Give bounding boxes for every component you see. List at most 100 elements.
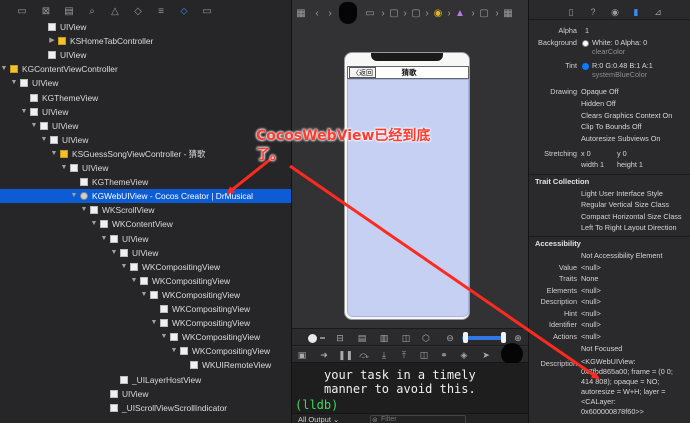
view-icon[interactable]: ▢ xyxy=(410,6,422,22)
hide-debug-area-icon[interactable]: ▣ xyxy=(296,349,308,361)
layout-icon[interactable]: ▤ xyxy=(356,332,368,344)
step-in-icon[interactable]: ⤓ xyxy=(378,349,390,361)
clip-icon[interactable]: ⊟ xyxy=(334,332,346,344)
hierarchy-row[interactable]: ▶ KSHomeTabController xyxy=(0,34,291,48)
lldb-prompt[interactable]: (lldb) xyxy=(295,398,338,412)
grid-icon[interactable]: ▦ xyxy=(502,6,514,22)
hierarchy-row[interactable]: _UIScrollViewScrollIndicator xyxy=(0,401,291,415)
filter-input[interactable]: Filter xyxy=(370,415,466,423)
warning-icon[interactable]: ▲ xyxy=(454,6,466,22)
hierarchy-row[interactable]: ▼ KSGuessSongViewController - 猜歌 xyxy=(0,147,291,161)
hierarchy-row[interactable]: ▼ UIView xyxy=(0,76,291,90)
hierarchy-row[interactable]: ▼ WKCompositingView xyxy=(0,316,291,330)
web-view-area[interactable] xyxy=(347,79,469,317)
disclosure-triangle-icon[interactable]: ▼ xyxy=(120,260,128,274)
hierarchy-row[interactable]: ▼ UIView xyxy=(0,246,291,260)
hierarchy-row[interactable]: ▼ UIView xyxy=(0,119,291,133)
zoom-out-icon[interactable]: ⊖ xyxy=(444,332,456,344)
disclosure-triangle-icon[interactable]: ▼ xyxy=(30,119,38,133)
hierarchy-row[interactable]: ▼ WKContentView xyxy=(0,217,291,231)
hierarchy-row[interactable]: ▼ UIView xyxy=(0,161,291,175)
disclosure-triangle-icon[interactable]: ▼ xyxy=(170,344,178,358)
disclosure-triangle-icon[interactable]: ▼ xyxy=(160,330,168,344)
hierarchy-row[interactable]: ▼ UIView xyxy=(0,105,291,119)
hierarchy-row[interactable]: WKUIRemoteView xyxy=(0,358,291,372)
controller-icon[interactable]: ◉ xyxy=(432,6,444,22)
disclosure-triangle-icon[interactable]: ▼ xyxy=(150,316,158,330)
hierarchy-row[interactable]: ▼ UIView xyxy=(0,232,291,246)
back-arrow-icon[interactable]: ‹ xyxy=(312,6,322,22)
disclosure-triangle-icon[interactable]: ▼ xyxy=(20,105,28,119)
test-icon[interactable]: ◇ xyxy=(132,6,144,18)
disclosure-triangle-icon[interactable]: ▼ xyxy=(70,189,78,203)
grid-icon[interactable]: ▦ xyxy=(296,6,306,22)
disclosure-triangle-icon[interactable]: ▶ xyxy=(48,34,56,48)
hierarchy-row[interactable]: ▼ WKCompositingView xyxy=(0,260,291,274)
disclosure-triangle-icon[interactable]: ▼ xyxy=(100,232,108,246)
hierarchy-row[interactable]: ▼ UIView xyxy=(0,133,291,147)
hierarchy-row[interactable]: UIView xyxy=(0,387,291,401)
disclosure-triangle-icon[interactable]: ▼ xyxy=(0,62,8,76)
help-icon[interactable]: ? xyxy=(587,6,599,18)
step-over-icon[interactable]: ⤼ xyxy=(358,349,370,361)
zoom-slider[interactable] xyxy=(462,336,506,340)
environment-icon[interactable]: ◈ xyxy=(458,349,470,361)
hierarchy-row[interactable]: ▼ WKCompositingView xyxy=(0,274,291,288)
folder-icon[interactable]: ▭ xyxy=(16,6,28,18)
back-button[interactable]: 〈返回 xyxy=(349,67,376,78)
view-icon[interactable]: ▢ xyxy=(388,6,400,22)
zoom-slider-right-handle[interactable] xyxy=(501,332,506,343)
orient-icon[interactable]: ◫ xyxy=(400,332,412,344)
disclosure-triangle-icon[interactable]: ▼ xyxy=(60,161,68,175)
location-icon[interactable]: ➤ xyxy=(480,349,492,361)
breakpoint-toggle-icon[interactable]: ➜ xyxy=(318,349,330,361)
memory-graph-icon[interactable]: ⚭ xyxy=(438,349,450,361)
identity-icon[interactable]: ◉ xyxy=(609,6,621,18)
hierarchy-row[interactable]: WKCompositingView xyxy=(0,302,291,316)
hierarchy-row[interactable]: ▼ WKCompositingView xyxy=(0,288,291,302)
phone-preview[interactable]: 〈返回 猜歌 xyxy=(344,52,470,320)
file-icon[interactable]: ▯ xyxy=(565,6,577,18)
hierarchy-row[interactable]: KGThemeView xyxy=(0,175,291,189)
output-select[interactable]: All Output ⌄ xyxy=(298,414,339,423)
disclosure-triangle-icon[interactable]: ▼ xyxy=(40,133,48,147)
window-icon[interactable]: ▭ xyxy=(364,6,376,22)
3d-box-icon[interactable]: ⬡ xyxy=(420,332,432,344)
hierarchy-row[interactable]: ▼ KGWebUIView - Cocos Creator | DrMusical xyxy=(0,189,291,204)
debug-console[interactable]: your task in a timely manner to avoid th… xyxy=(292,363,528,423)
hierarchy-row[interactable]: UIView xyxy=(0,48,291,62)
source-control-icon[interactable]: ⊠ xyxy=(40,6,52,18)
hierarchy-icon[interactable]: ▤ xyxy=(63,6,75,18)
hierarchy-row[interactable]: _UILayerHostView xyxy=(0,373,291,387)
disclosure-triangle-icon[interactable]: ▼ xyxy=(80,203,88,217)
attributes-icon[interactable]: ▮ xyxy=(630,6,642,18)
forward-arrow-icon[interactable]: › xyxy=(325,6,335,22)
disclosure-triangle-icon[interactable]: ▼ xyxy=(140,288,148,302)
zoom-slider-left-handle[interactable] xyxy=(463,332,468,343)
pause-icon[interactable]: ❚❚ xyxy=(338,349,353,361)
view-debugger-icon[interactable]: ◫ xyxy=(418,349,430,361)
range-toggle-icon[interactable] xyxy=(308,334,317,343)
issue-icon[interactable]: △ xyxy=(109,6,121,18)
hierarchy-row[interactable]: ▼ WKCompositingView xyxy=(0,344,291,358)
hierarchy-row[interactable]: ▼ KGContentViewController xyxy=(0,62,291,76)
disclosure-triangle-icon[interactable]: ▼ xyxy=(10,76,18,90)
hierarchy-row[interactable]: UIView xyxy=(0,20,291,34)
size-icon[interactable]: ⊿ xyxy=(652,6,664,18)
debug-icon[interactable]: ≡ xyxy=(155,6,167,18)
view-icon[interactable]: ▢ xyxy=(478,6,490,22)
split-icon[interactable]: ▥ xyxy=(378,332,390,344)
hierarchy-row[interactable]: KGThemeView xyxy=(0,91,291,105)
disclosure-triangle-icon[interactable]: ▼ xyxy=(90,217,98,231)
hierarchy-row[interactable]: ▼ WKScrollView xyxy=(0,203,291,217)
stretching-x: x 0 xyxy=(581,149,591,158)
disclosure-triangle-icon[interactable]: ▼ xyxy=(130,274,138,288)
disclosure-triangle-icon[interactable]: ▼ xyxy=(110,246,118,260)
disclosure-triangle-icon[interactable]: ▼ xyxy=(50,147,58,161)
range-track xyxy=(320,337,325,339)
hierarchy-row[interactable]: ▼ WKCompositingView xyxy=(0,330,291,344)
report-icon[interactable]: ▭ xyxy=(201,6,213,18)
find-icon[interactable]: ⌕ xyxy=(86,6,98,18)
step-out-icon[interactable]: ⤒ xyxy=(398,349,410,361)
breakpoint-icon[interactable]: ⬦ xyxy=(178,6,190,18)
